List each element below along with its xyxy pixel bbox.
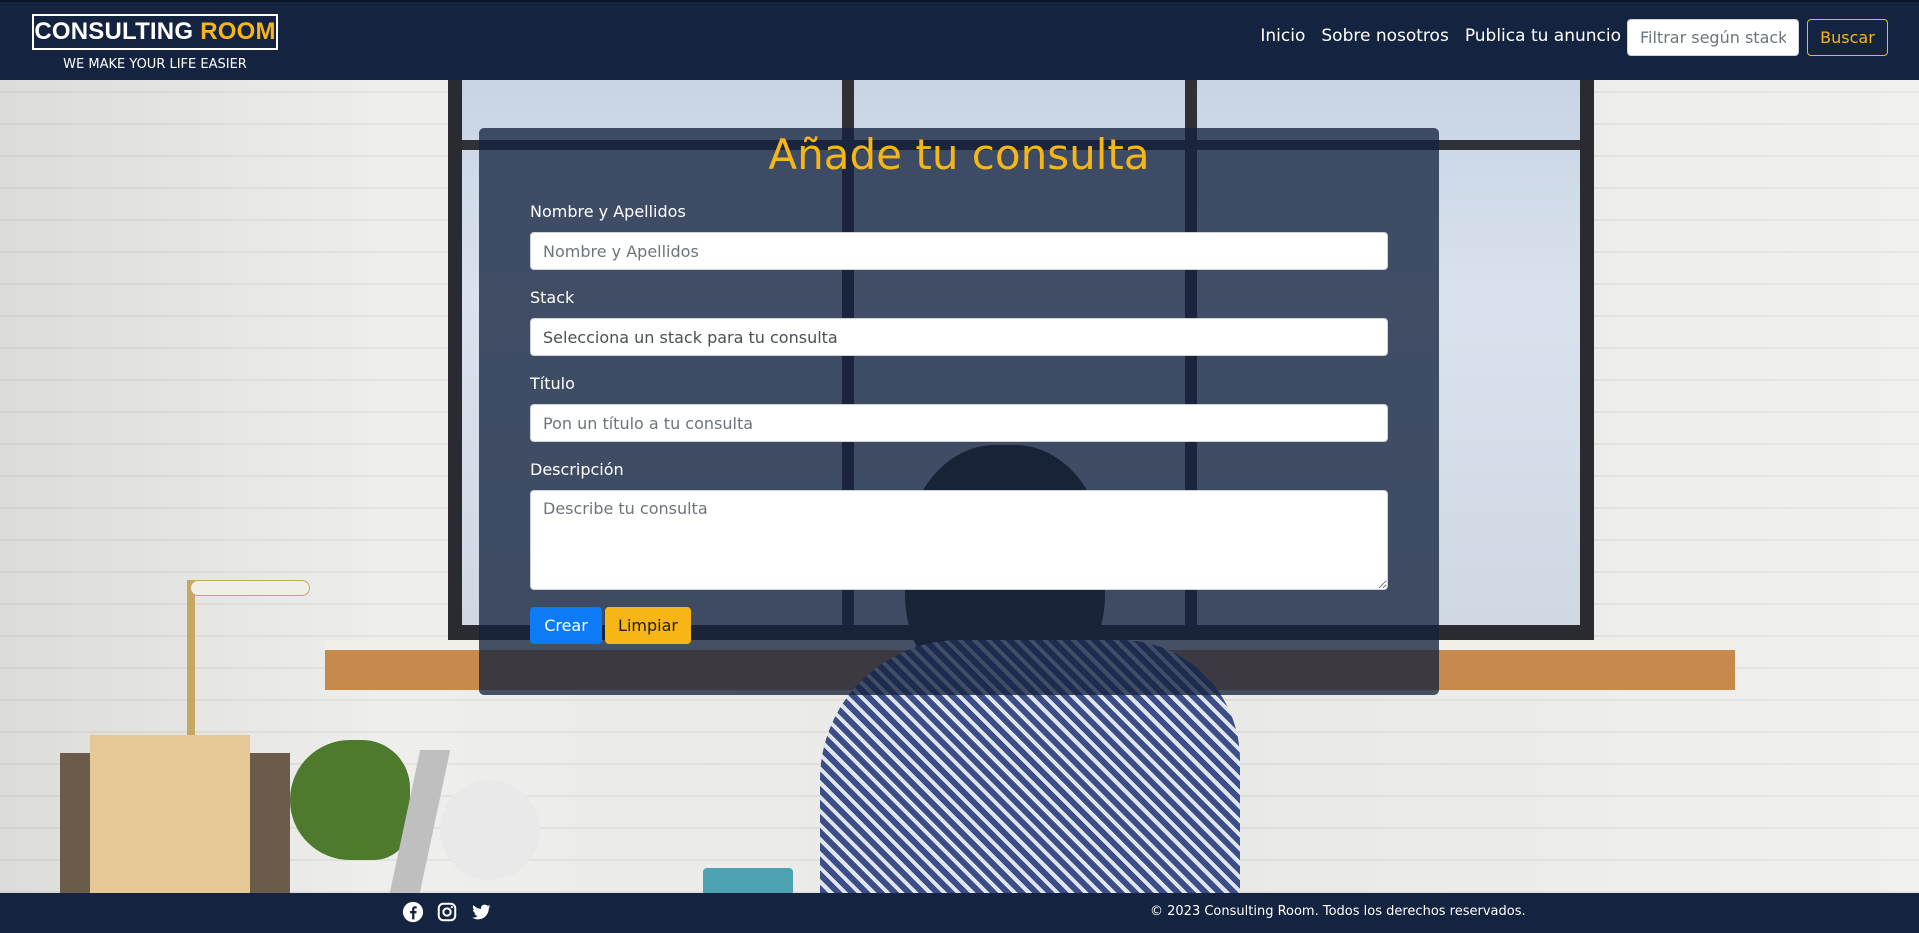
instagram-icon[interactable] [436, 901, 458, 923]
brand-name-part1: CONSULTING [34, 18, 194, 45]
globe [440, 780, 540, 880]
titulo-label: Título [530, 374, 575, 393]
footer: © 2023 Consulting Room. Todos los derech… [0, 893, 1919, 933]
plant [290, 740, 410, 860]
twitter-icon[interactable] [470, 901, 492, 923]
stack-select[interactable]: Selecciona un stack para tu consulta [530, 318, 1388, 356]
consulta-form-card: Añade tu consulta Nombre y Apellidos Sta… [479, 128, 1439, 695]
nav-link-publica-anuncio[interactable]: Publica tu anuncio [1465, 26, 1621, 46]
description-textarea[interactable] [530, 490, 1388, 590]
brand-tagline: WE MAKE YOUR LIFE EASIER [63, 57, 247, 72]
nav-link-inicio[interactable]: Inicio [1260, 26, 1305, 46]
name-label: Nombre y Apellidos [530, 202, 686, 221]
stack-label: Stack [530, 288, 575, 307]
create-button[interactable]: Crear [530, 607, 602, 644]
description-label: Descripción [530, 460, 624, 479]
desk-lamp-head [190, 580, 310, 596]
titulo-input[interactable] [530, 404, 1388, 442]
social-links [402, 901, 492, 923]
nav-links: Inicio Sobre nosotros Publica tu anuncio [1260, 26, 1621, 46]
brand-name-part2: ROOM [200, 18, 276, 45]
books [90, 735, 250, 893]
stack-filter-input[interactable] [1627, 19, 1799, 56]
name-input[interactable] [530, 232, 1388, 270]
search-button[interactable]: Buscar [1807, 19, 1888, 56]
copyright-text: © 2023 Consulting Room. Todos los derech… [1150, 904, 1526, 919]
navbar: CONSULTING ROOM WE MAKE YOUR LIFE EASIER… [0, 0, 1919, 80]
mug [703, 868, 793, 893]
brand-logo[interactable]: CONSULTING ROOM [32, 14, 278, 50]
form-title: Añade tu consulta [768, 130, 1150, 179]
nav-link-sobre-nosotros[interactable]: Sobre nosotros [1321, 26, 1448, 46]
facebook-icon[interactable] [402, 901, 424, 923]
clear-button[interactable]: Limpiar [605, 607, 691, 644]
